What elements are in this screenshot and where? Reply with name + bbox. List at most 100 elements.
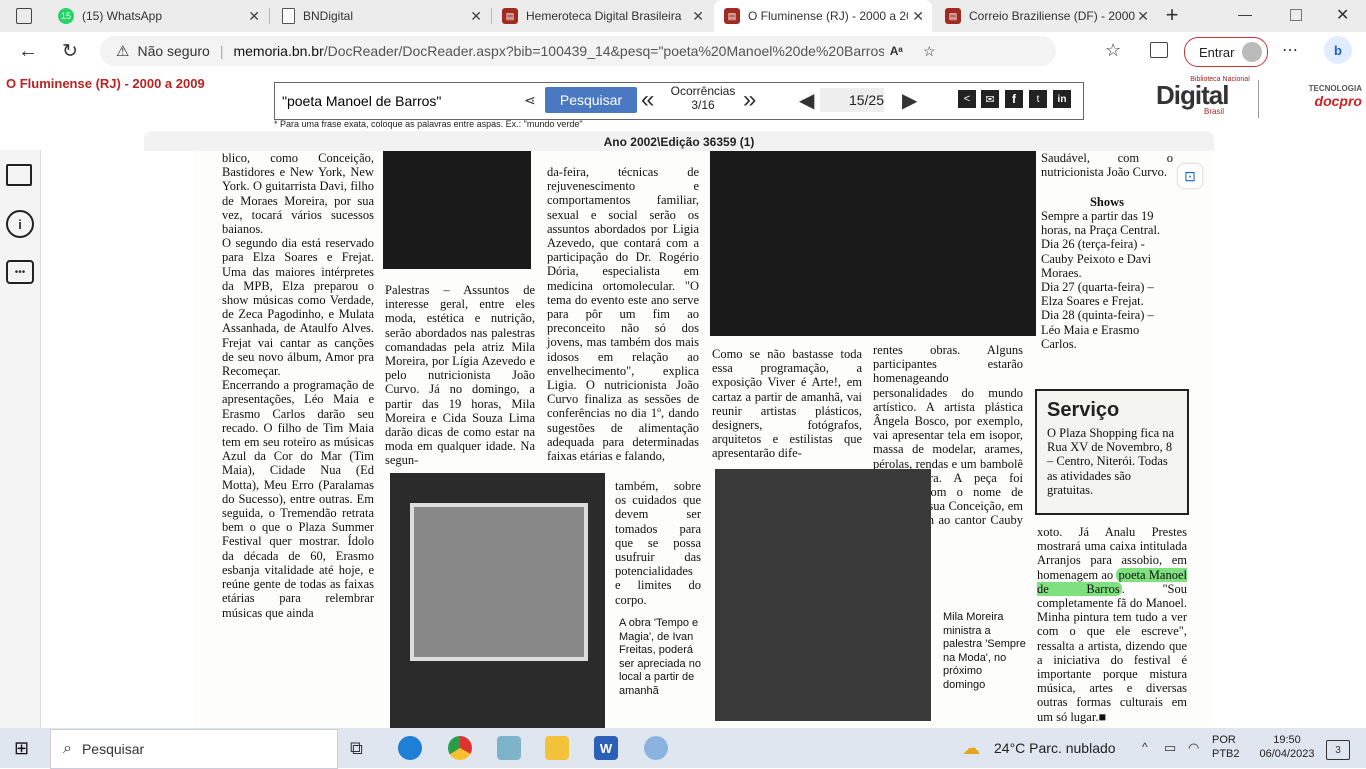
- clock-time: 19:50: [1273, 734, 1301, 746]
- weather-icon[interactable]: ☁: [962, 738, 980, 759]
- twitter-icon[interactable]: t: [1029, 90, 1047, 108]
- keyboard-layout: PTB2: [1212, 748, 1240, 760]
- security-label: Não seguro: [137, 43, 210, 59]
- article-column-1: blico, como Conceição, Bastidores e New …: [222, 151, 374, 620]
- search-button[interactable]: Pesquisar: [545, 87, 637, 113]
- back-icon[interactable]: ←: [18, 40, 38, 63]
- docreader-icon: ▤: [502, 8, 518, 24]
- more-icon[interactable]: ⋯: [1282, 40, 1298, 60]
- task-view-icon[interactable]: ⧉: [350, 738, 363, 759]
- paper-title: O Fluminense (RJ) - 2000 a 2009: [6, 76, 205, 91]
- bing-icon[interactable]: b: [1324, 36, 1352, 64]
- paint-icon[interactable]: [644, 736, 668, 760]
- close-icon[interactable]: ✕: [692, 8, 704, 25]
- article-column-3: da-feira, técnicas de rejuvenescimento e…: [547, 165, 699, 464]
- close-icon[interactable]: ✕: [248, 8, 260, 25]
- refresh-icon[interactable]: ↻: [62, 40, 78, 63]
- caption-mila: Mila Moreira ministra a palestra 'Sempre…: [943, 611, 1026, 691]
- shows-text: Sempre a partir das 19 horas, na Praça C…: [1041, 209, 1161, 351]
- avatar: [1242, 42, 1263, 62]
- tab-title: Correio Braziliense (DF) - 2000: [969, 9, 1136, 23]
- article-column-3b: também, sobre os cuidados que devem ser …: [615, 479, 701, 607]
- tab-correio[interactable]: ▤ Correio Braziliense (DF) - 2000 ✕: [935, 0, 1157, 32]
- add-favorite-icon[interactable]: ☆: [923, 43, 936, 60]
- signin-label: Entrar: [1199, 44, 1235, 60]
- servico-box: Serviço O Plaza Shopping fica na Rua XV …: [1035, 389, 1189, 515]
- tab-bndigital[interactable]: BNDigital ✕: [270, 0, 490, 32]
- favorites-icon[interactable]: ☆: [1105, 40, 1121, 61]
- article-column-6: Saudável, com o nutricionista João Curvo…: [1041, 151, 1173, 180]
- share-icon[interactable]: <: [958, 90, 976, 108]
- share-icon[interactable]: ⋖: [524, 92, 536, 109]
- address-bar[interactable]: ⚠ Não seguro | memoria.bn.br /DocReader/…: [100, 36, 1056, 66]
- tab-title: O Fluminense (RJ) - 2000 a 2009: [748, 9, 908, 23]
- collections-icon[interactable]: [1150, 42, 1168, 58]
- previous-occurrence-icon[interactable]: «: [641, 86, 654, 114]
- edge-icon[interactable]: [398, 736, 422, 760]
- read-aloud-icon[interactable]: Aᵃ: [890, 44, 903, 58]
- article-column-7: xoto. Já Analu Prestes mostrará uma caix…: [1037, 525, 1187, 724]
- search-icon: ⌕: [63, 740, 72, 757]
- notifications-icon[interactable]: 3: [1326, 740, 1350, 760]
- logo-main-text: Digital: [1156, 80, 1229, 110]
- search-hint: * Para uma frase exata, coloque as palav…: [274, 119, 583, 129]
- folder-icon[interactable]: [6, 164, 32, 186]
- page-indicator[interactable]: 15/25: [820, 88, 884, 112]
- new-tab-icon[interactable]: +: [1162, 2, 1182, 27]
- chevron-up-icon[interactable]: ^: [1142, 740, 1148, 754]
- comments-icon[interactable]: •••: [6, 260, 34, 284]
- chrome-icon[interactable]: [448, 736, 472, 760]
- tech-label: TECNOLOGIA: [1308, 84, 1362, 93]
- page-current: 15: [848, 92, 865, 108]
- tab-hemeroteca[interactable]: ▤ Hemeroteca Digital Brasileira ✕: [492, 0, 712, 32]
- tab-whatsapp[interactable]: 15 (15) WhatsApp ✕: [48, 0, 268, 32]
- weather-text[interactable]: 24°C Parc. nublado: [994, 740, 1116, 756]
- article-column-2: Palestras – Assuntos de interesse geral,…: [385, 283, 535, 468]
- linkedin-icon[interactable]: in: [1053, 90, 1071, 108]
- tab-actions-icon[interactable]: [16, 8, 32, 24]
- notification-count: 3: [1335, 744, 1341, 756]
- close-icon[interactable]: ✕: [1137, 8, 1149, 25]
- previous-page-icon[interactable]: ◀: [799, 88, 814, 113]
- photo-suit: [710, 151, 1036, 336]
- clock[interactable]: 19:50 06/04/2023: [1252, 733, 1322, 761]
- visual-search-icon[interactable]: ⊡: [1178, 164, 1202, 188]
- word-icon[interactable]: W: [594, 736, 618, 760]
- windows-start-icon[interactable]: ⊞: [14, 738, 29, 759]
- url-path: /DocReader/DocReader.aspx?bib=100439_14&…: [323, 43, 884, 59]
- signin-button[interactable]: Entrar: [1184, 37, 1268, 67]
- document-viewer[interactable]: blico, como Conceição, Bastidores e New …: [195, 151, 1210, 728]
- article-column-4: Como se não bastasse toda essa programaç…: [712, 347, 862, 461]
- facebook-icon[interactable]: f: [1005, 90, 1023, 108]
- info-icon[interactable]: i: [6, 210, 34, 238]
- taskbar-search[interactable]: ⌕ Pesquisar: [50, 729, 338, 769]
- network-icon[interactable]: ▭: [1164, 740, 1176, 756]
- tab-title: Hemeroteca Digital Brasileira: [526, 9, 682, 23]
- page-icon: [282, 8, 295, 24]
- language-indicator[interactable]: POR PTB2: [1212, 733, 1240, 761]
- file-explorer-icon[interactable]: [545, 736, 569, 760]
- wifi-icon[interactable]: ◠: [1188, 740, 1199, 756]
- close-icon[interactable]: ✕: [470, 8, 482, 25]
- notepad-icon[interactable]: [497, 736, 521, 760]
- next-occurrence-icon[interactable]: »: [743, 86, 756, 114]
- bn-digital-logo: Biblioteca Nacional Digital Brasil: [1156, 76, 1254, 120]
- next-page-icon[interactable]: ▶: [902, 88, 917, 113]
- occurrences-label: Ocorrências: [670, 84, 736, 98]
- close-icon[interactable]: ✕: [912, 8, 924, 25]
- shows-title: Shows: [1089, 195, 1125, 209]
- logo-divider: [1258, 80, 1259, 118]
- email-icon[interactable]: ✉: [981, 90, 999, 108]
- photo-guitarist: [383, 151, 531, 269]
- artwork-frame: [410, 503, 588, 661]
- taskbar-search-label: Pesquisar: [81, 741, 145, 757]
- tab-fluminense[interactable]: ▤ O Fluminense (RJ) - 2000 a 2009 ✕: [714, 0, 932, 32]
- whatsapp-icon: 15: [58, 8, 74, 24]
- restore-icon[interactable]: [1290, 9, 1302, 21]
- docreader-icon: ▤: [945, 8, 961, 24]
- close-window-icon[interactable]: ✕: [1336, 5, 1349, 25]
- photo-mila-moreira: [715, 469, 931, 721]
- caption-artwork: A obra 'Tempo e Magia', de Ivan Freitas,…: [619, 617, 701, 697]
- minimize-icon[interactable]: —: [1238, 6, 1252, 22]
- search-input[interactable]: [280, 88, 548, 114]
